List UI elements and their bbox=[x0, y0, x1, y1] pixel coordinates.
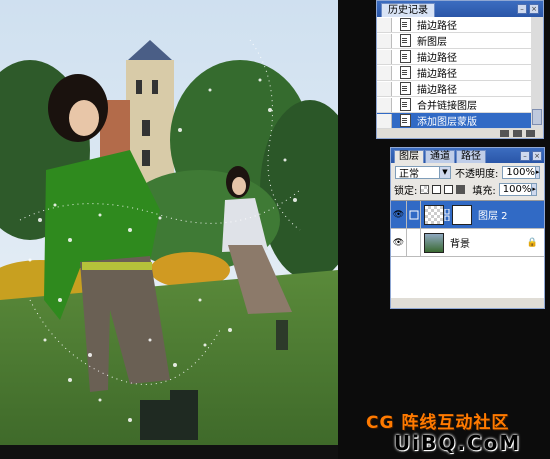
history-item[interactable]: 新图层 bbox=[377, 33, 533, 49]
new-snapshot-icon[interactable] bbox=[513, 130, 522, 137]
history-state-icon bbox=[400, 18, 411, 31]
layers-footer bbox=[391, 298, 544, 308]
history-snapshot-checkbox[interactable] bbox=[377, 17, 392, 32]
history-item[interactable]: 合并链接图层 bbox=[377, 97, 533, 113]
lock-fill-row: 锁定: 填充: 100% ▸ bbox=[391, 181, 544, 198]
history-item-label: 添加图层蒙版 bbox=[417, 117, 477, 128]
history-item-label: 描边路径 bbox=[417, 53, 457, 64]
visibility-eye-icon[interactable]: 👁 bbox=[391, 228, 407, 257]
history-state-icon bbox=[400, 82, 411, 95]
history-item-active[interactable]: 添加图层蒙版 bbox=[377, 113, 533, 129]
history-list: 描边路径 新图层 描边路径 描边路径 描边路径 合并链接图层 添加图层蒙版 bbox=[377, 17, 533, 129]
history-panel: 历史记录 – × 描边路径 新图层 描边路径 描边路径 描边路径 合并链接图层 … bbox=[376, 0, 544, 139]
layer-row-layer2[interactable]: 👁 图层 2 bbox=[391, 200, 544, 229]
history-snapshot-checkbox[interactable] bbox=[377, 113, 392, 128]
brush-glyph bbox=[409, 210, 418, 219]
history-item-label: 描边路径 bbox=[417, 21, 457, 32]
link-slot[interactable] bbox=[407, 228, 421, 257]
tab-channels[interactable]: 通道 bbox=[425, 150, 455, 163]
photo-image bbox=[0, 0, 338, 445]
history-state-icon bbox=[400, 50, 411, 63]
history-snapshot-checkbox[interactable] bbox=[377, 65, 392, 80]
tab-paths[interactable]: 路径 bbox=[456, 150, 486, 163]
lock-move-icon[interactable] bbox=[444, 185, 454, 194]
history-item-label: 新图层 bbox=[417, 37, 447, 48]
layer-row-background[interactable]: 👁 背景 🔒 bbox=[391, 228, 544, 257]
photo-canvas[interactable] bbox=[0, 0, 338, 459]
chevron-right-icon: ▸ bbox=[534, 166, 540, 178]
history-snapshot-checkbox[interactable] bbox=[377, 33, 392, 48]
history-state-icon bbox=[400, 34, 411, 47]
watermark-url: UiBQ.CoM bbox=[394, 431, 522, 455]
chain-glyph bbox=[444, 208, 450, 221]
opacity-field[interactable]: 100% ▸ bbox=[502, 165, 541, 179]
chevron-right-icon: ▸ bbox=[531, 184, 536, 195]
layer-name: 背景 bbox=[450, 239, 470, 250]
history-snapshot-checkbox[interactable] bbox=[377, 97, 392, 112]
opacity-value: 100% bbox=[506, 166, 535, 178]
tab-layers[interactable]: 图层 bbox=[394, 150, 424, 163]
chevron-down-icon: ▼ bbox=[439, 166, 450, 178]
brush-icon[interactable] bbox=[407, 200, 421, 229]
lock-all-icon[interactable] bbox=[456, 185, 466, 194]
history-scroll-thumb[interactable] bbox=[532, 109, 542, 125]
history-item[interactable]: 描边路径 bbox=[377, 81, 533, 97]
blend-mode-select[interactable]: 正常 ▼ bbox=[395, 165, 451, 180]
lock-label: 锁定: bbox=[394, 186, 418, 197]
history-snapshot-checkbox[interactable] bbox=[377, 49, 392, 64]
panel-minimize-button[interactable]: – bbox=[517, 4, 527, 14]
layers-list: 👁 图层 2 👁 背景 🔒 bbox=[391, 200, 544, 299]
fill-field[interactable]: 100% ▸ bbox=[498, 183, 537, 196]
panel-minimize-button[interactable]: – bbox=[520, 151, 530, 161]
fill-label: 填充: bbox=[472, 186, 496, 197]
lock-brush-icon[interactable] bbox=[432, 185, 442, 194]
lock-icon: 🔒 bbox=[526, 237, 538, 248]
site-watermark: CG 阵线互动社区 UiBQ.CoM bbox=[360, 405, 550, 459]
visibility-eye-icon[interactable]: 👁 bbox=[391, 200, 407, 229]
layer-thumbnail[interactable] bbox=[424, 232, 444, 253]
watermark-title: CG 阵线互动社区 bbox=[366, 413, 510, 433]
layer-thumbnail[interactable] bbox=[424, 204, 444, 225]
panel-close-button[interactable]: × bbox=[532, 151, 542, 161]
history-panel-header: 历史记录 – × bbox=[377, 1, 543, 18]
lock-transparent-icon[interactable] bbox=[420, 185, 430, 194]
delete-state-icon[interactable] bbox=[526, 130, 535, 137]
new-document-from-state-icon[interactable] bbox=[500, 130, 509, 137]
history-footer bbox=[377, 129, 543, 138]
history-state-icon bbox=[400, 66, 411, 79]
opacity-label: 不透明度: bbox=[455, 168, 499, 180]
fill-value: 100% bbox=[502, 184, 532, 195]
layers-panel-header: 图层 通道 路径 – × bbox=[391, 148, 544, 163]
history-item-label: 描边路径 bbox=[417, 85, 457, 96]
history-item-label: 描边路径 bbox=[417, 69, 457, 80]
history-item-label: 合并链接图层 bbox=[417, 101, 477, 112]
layer-name: 图层 2 bbox=[478, 211, 508, 222]
history-item[interactable]: 描边路径 bbox=[377, 65, 533, 81]
history-item[interactable]: 描边路径 bbox=[377, 17, 533, 33]
layers-panel: 图层 通道 路径 – × 正常 ▼ 不透明度: 100% ▸ 锁定: 填充: 1… bbox=[390, 147, 545, 309]
history-tab[interactable]: 历史记录 bbox=[381, 2, 435, 18]
chain-link-icon[interactable] bbox=[444, 201, 450, 229]
history-state-icon bbox=[400, 98, 411, 111]
blend-opacity-row: 正常 ▼ 不透明度: 100% ▸ bbox=[391, 163, 544, 181]
layer-mask-thumbnail[interactable] bbox=[452, 204, 472, 225]
blend-mode-value: 正常 bbox=[399, 168, 419, 180]
history-item[interactable]: 描边路径 bbox=[377, 49, 533, 65]
history-scrollbar[interactable] bbox=[531, 17, 543, 129]
panel-close-button[interactable]: × bbox=[529, 4, 539, 14]
history-state-icon bbox=[400, 114, 411, 127]
history-snapshot-checkbox[interactable] bbox=[377, 81, 392, 96]
